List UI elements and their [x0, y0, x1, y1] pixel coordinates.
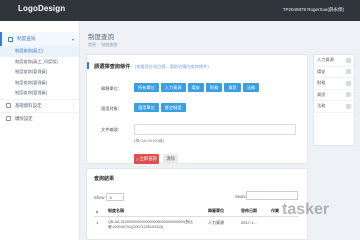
breadcrumb: 首頁 › 制度查詢	[88, 42, 117, 48]
sidebar-section-policy-query[interactable]: 制度查詢 ▾	[0, 32, 79, 46]
page-size-select[interactable]: 5	[106, 193, 125, 201]
document-icon	[8, 36, 13, 42]
quick-item-label: 法務	[317, 103, 326, 109]
count-badge	[346, 103, 351, 109]
col-policy-name[interactable]: 制度名稱	[106, 206, 206, 217]
chevron-right-icon: ›	[72, 116, 74, 121]
results-title: 查詢結果	[94, 176, 115, 182]
col-publish-date[interactable]: 發佈日期	[239, 206, 269, 217]
user-account[interactable]: TP2045878 RogerXue(薛永傑)	[283, 7, 344, 13]
quick-item-label: 人力資源	[317, 57, 334, 63]
filter-title: 請選擇查詢條件 (查看請在項目裡，選取對應的查詢條件)	[87, 62, 209, 70]
search-button[interactable]: ⌕ 立即查詢	[134, 154, 159, 164]
clear-button[interactable]: 清除	[163, 154, 178, 164]
file-label: 文件編號：	[101, 127, 122, 132]
sidebar-group-basic-settings[interactable]: 基礎資料設定 ›	[0, 98, 79, 112]
breadcrumb-current: 制度查詢	[101, 42, 118, 47]
chip-hr[interactable]: 人力資源	[160, 83, 186, 92]
filter-panel: 請選擇查詢條件 (查看請在項目裡，選取對應的查詢條件) 歸屬單位： 所有單位 人…	[86, 54, 308, 164]
show-label: Show	[94, 194, 105, 200]
chevron-right-icon: ›	[72, 103, 74, 108]
page-title: 制度查詢	[88, 34, 114, 41]
chip-history[interactable]: 歷史制度	[160, 103, 186, 112]
row-publish-date: 2017-1...	[241, 220, 257, 225]
results-panel: 查詢結果 Show 5 Search: # 制度名稱 歸屬單位 發佈日期 作業 …	[86, 168, 308, 240]
quick-item-ehs[interactable]: 環安	[314, 67, 354, 78]
title-accent-bar	[87, 62, 89, 69]
col-department[interactable]: 歸屬單位	[206, 206, 239, 217]
quick-item-legal[interactable]: 法務	[314, 101, 354, 113]
count-badge	[346, 69, 351, 75]
chip-applicable[interactable]: 適用單位	[134, 103, 159, 112]
sidebar-item-admin-1[interactable]: 制度查詢(管理員)	[0, 67, 79, 78]
count-badge	[346, 57, 351, 63]
lock-icon	[6, 116, 11, 121]
top-bar: LogoDesign TP2045878 RogerXue(薛永傑)	[0, 0, 360, 21]
count-badge	[346, 92, 351, 98]
type-label: 適用對象：	[101, 106, 122, 111]
chip-ehs[interactable]: 環安	[187, 83, 204, 92]
row-number: 1	[96, 220, 99, 225]
settings-icon	[6, 103, 11, 108]
sidebar-section-label: 制度查詢	[17, 36, 36, 41]
chip-it[interactable]: 資訊	[224, 83, 241, 92]
search-button-label: 立即查詢	[139, 156, 157, 161]
sidebar-item-employee-india[interactable]: 制度查詢(員工_印度版)	[0, 57, 79, 68]
count-badge	[346, 80, 351, 86]
quick-item-it[interactable]: 資訊	[314, 90, 354, 101]
sidebar-group-permissions[interactable]: 權限設定 ›	[0, 111, 79, 125]
type-chips: 適用單位 歷史制度	[134, 103, 186, 112]
col-number[interactable]: #	[94, 206, 106, 217]
dept-label: 歸屬單位：	[101, 86, 122, 91]
dept-chips: 所有單位 人力資源 環安 財務 資訊 法務	[134, 83, 260, 92]
row-policy-name[interactable]: QB-AA-0100000000000000000000000000000(對比…	[106, 217, 206, 233]
breadcrumb-separator: ›	[98, 42, 100, 47]
sidebar-item-employee[interactable]: 制度查詢(員工)	[0, 46, 79, 57]
sidebar-item-admin-3[interactable]: 制度查詢(管理員)	[0, 88, 79, 99]
quick-item-finance[interactable]: 財務	[314, 78, 354, 90]
sidebar-item-admin-2[interactable]: 制度查詢(管理員)	[0, 78, 79, 89]
breadcrumb-home[interactable]: 首頁	[88, 42, 96, 47]
chip-legal[interactable]: 法務	[242, 83, 260, 92]
quick-item-label: 財務	[317, 80, 326, 86]
search-icon: ⌕	[136, 156, 139, 162]
sidebar-group-label: 基礎資料設定	[15, 102, 42, 108]
quick-item-label: 資訊	[317, 91, 326, 97]
quick-item-label: 環安	[317, 68, 326, 74]
chevron-down-icon: ▾	[71, 36, 74, 42]
file-number-input[interactable]	[134, 124, 296, 135]
table-row[interactable]: 1 QB-AA-0100000000000000000000000000000(…	[94, 217, 299, 233]
quick-item-hr[interactable]: 人力資源	[314, 55, 354, 67]
right-quick-panel: 人力資源 環安 財務 資訊 法務	[313, 54, 355, 146]
results-table: # 制度名稱 歸屬單位 發佈日期 作業 1 QB-AA-010000000000…	[94, 206, 299, 233]
chip-finance[interactable]: 財務	[205, 83, 223, 92]
file-number-hint: (例:GA-00190或)	[134, 138, 165, 143]
filter-title-text: 請選擇查詢條件	[94, 64, 131, 70]
chip-all-depts[interactable]: 所有單位	[134, 83, 159, 92]
page-size-control: Show 5	[94, 193, 125, 201]
logo[interactable]: LogoDesign	[18, 4, 65, 13]
filter-hint: (查看請在項目裡，選取對應的查詢條件)	[134, 64, 209, 69]
sidebar: 制度查詢 ▾ 制度查詢(員工) 制度查詢(員工_印度版) 制度查詢(管理員) 制…	[0, 21, 80, 240]
row-department: 人力資源	[208, 220, 224, 225]
sidebar-group-label: 權限設定	[15, 115, 33, 121]
table-search-input[interactable]	[246, 191, 298, 200]
watermark: tasker	[282, 201, 330, 218]
